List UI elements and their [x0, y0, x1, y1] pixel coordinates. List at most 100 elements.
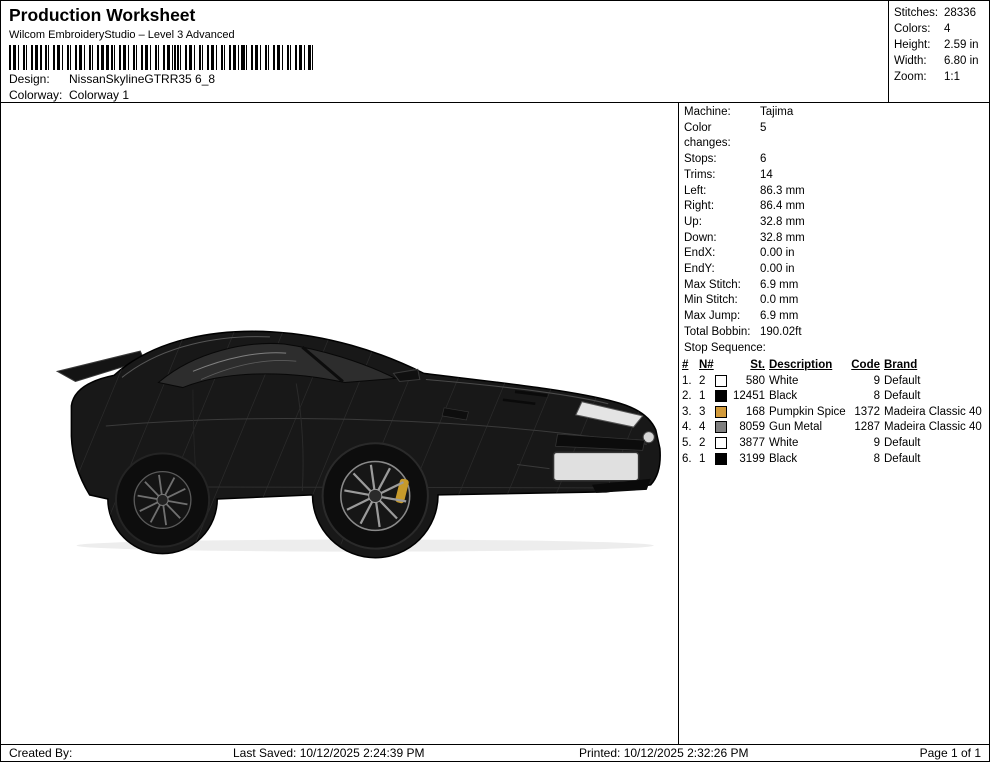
info-value: 5 [760, 121, 766, 152]
thread-code: 1287 [851, 421, 880, 433]
summary-value: 1:1 [944, 69, 960, 85]
design-label: Design: [9, 72, 69, 86]
thread-description: Pumpkin Spice [765, 406, 851, 418]
thread-brand: Default [880, 453, 985, 465]
info-label: Trims: [684, 168, 760, 184]
info-label: Right: [684, 199, 760, 215]
stitch-count: 12451 [729, 390, 765, 402]
summary-row: Width:6.80 in [894, 53, 989, 69]
summary-row: Stitches:28336 [894, 5, 989, 21]
info-label: Max Jump: [684, 309, 760, 325]
machine-info-row: EndX:0.00 in [679, 246, 989, 262]
design-row: Design: NissanSkylineGTRR35 6_8 [9, 72, 880, 86]
thread-description: Black [765, 453, 851, 465]
thread-code: 1372 [851, 406, 880, 418]
needle-num: 3 [699, 406, 715, 418]
info-value: 190.02ft [760, 325, 802, 341]
stop-sequence-table: # N# St. Description Code Brand 1. 2 580… [679, 357, 989, 466]
thread-description: Gun Metal [765, 421, 851, 433]
colorway-label: Colorway: [9, 88, 69, 102]
colorway-row: Colorway: Colorway 1 [9, 88, 880, 102]
info-label: EndY: [684, 262, 760, 278]
created-by-label: Created By: [9, 746, 72, 760]
col-header-code: Code [851, 359, 880, 371]
thread-brand: Default [880, 437, 985, 449]
info-value: 0.0 mm [760, 293, 798, 309]
thread-color-swatch [715, 375, 727, 387]
summary-label: Zoom: [894, 69, 944, 85]
info-value: 32.8 mm [760, 215, 805, 231]
stop-sequence-row: 1. 2 580 White 9 Default [679, 373, 989, 389]
machine-info-row: Max Stitch:6.9 mm [679, 278, 989, 294]
machine-info-row: Min Stitch:0.0 mm [679, 293, 989, 309]
row-num: 2. [682, 390, 699, 402]
colorway-value: Colorway 1 [69, 88, 129, 102]
thread-code: 9 [851, 375, 880, 387]
stitch-count: 580 [729, 375, 765, 387]
thread-description: Black [765, 390, 851, 402]
info-label: Left: [684, 184, 760, 200]
page-title: Production Worksheet [9, 5, 880, 26]
machine-info-row: Machine:Tajima [679, 105, 989, 121]
stop-sequence-row: 6. 1 3199 Black 8 Default [679, 451, 989, 467]
thread-code: 8 [851, 390, 880, 402]
machine-info-panel: Machine:Tajima Color changes:5 Stops:6 T… [678, 103, 989, 744]
machine-info-row: Max Jump:6.9 mm [679, 309, 989, 325]
stitch-count: 3877 [729, 437, 765, 449]
last-saved-text: Last Saved: 10/12/2025 2:24:39 PM [233, 746, 424, 760]
stitch-count: 168 [729, 406, 765, 418]
printed-text: Printed: 10/12/2025 2:32:26 PM [579, 746, 748, 760]
machine-info-row: Total Bobbin:190.02ft [679, 325, 989, 341]
summary-label: Colors: [894, 21, 944, 37]
summary-value: 2.59 in [944, 37, 979, 53]
stop-sequence-header-row: # N# St. Description Code Brand [679, 357, 989, 373]
info-label: Machine: [684, 105, 760, 121]
stitch-count: 8059 [729, 421, 765, 433]
row-num: 3. [682, 406, 699, 418]
machine-info-row: Right:86.4 mm [679, 199, 989, 215]
info-value: 86.3 mm [760, 184, 805, 200]
info-value: 0.00 in [760, 246, 795, 262]
stop-sequence-row: 4. 4 8059 Gun Metal 1287 Madeira Classic… [679, 420, 989, 436]
thread-color-swatch [715, 437, 727, 449]
info-value: 6.9 mm [760, 309, 798, 325]
info-label: Max Stitch: [684, 278, 760, 294]
design-preview [1, 103, 678, 744]
needle-num: 1 [699, 453, 715, 465]
info-label: Color changes: [684, 121, 760, 152]
summary-label: Height: [894, 37, 944, 53]
info-label: Up: [684, 215, 760, 231]
thread-brand: Default [880, 390, 985, 402]
machine-info-row: Left:86.3 mm [679, 184, 989, 200]
embroidery-car-design [41, 286, 669, 560]
summary-value: 4 [944, 21, 950, 37]
header-left: Production Worksheet Wilcom EmbroiderySt… [1, 1, 888, 102]
row-num: 4. [682, 421, 699, 433]
machine-info-row: Color changes:5 [679, 121, 989, 152]
thread-color-swatch [715, 406, 727, 418]
col-header-num: # [682, 359, 699, 371]
summary-row: Height:2.59 in [894, 37, 989, 53]
summary-value: 28336 [944, 5, 976, 21]
needle-num: 2 [699, 437, 715, 449]
thread-description: White [765, 375, 851, 387]
thread-code: 8 [851, 453, 880, 465]
needle-num: 1 [699, 390, 715, 402]
needle-num: 2 [699, 375, 715, 387]
info-label: Down: [684, 231, 760, 247]
col-header-brand: Brand [880, 359, 985, 371]
summary-label: Stitches: [894, 5, 944, 21]
machine-info-row: Down:32.8 mm [679, 231, 989, 247]
stop-sequence-label: Stop Sequence: [679, 341, 989, 357]
thread-brand: Default [880, 375, 985, 387]
stitch-count: 3199 [729, 453, 765, 465]
stop-sequence-row: 3. 3 168 Pumpkin Spice 1372 Madeira Clas… [679, 404, 989, 420]
info-value: 86.4 mm [760, 199, 805, 215]
info-label: Min Stitch: [684, 293, 760, 309]
summary-row: Zoom:1:1 [894, 69, 989, 85]
design-summary-box: Stitches:28336 Colors:4 Height:2.59 in W… [888, 1, 989, 102]
info-value: 32.8 mm [760, 231, 805, 247]
col-header-description: Description [765, 359, 851, 371]
thread-color-swatch [715, 390, 727, 402]
info-value: 0.00 in [760, 262, 795, 278]
